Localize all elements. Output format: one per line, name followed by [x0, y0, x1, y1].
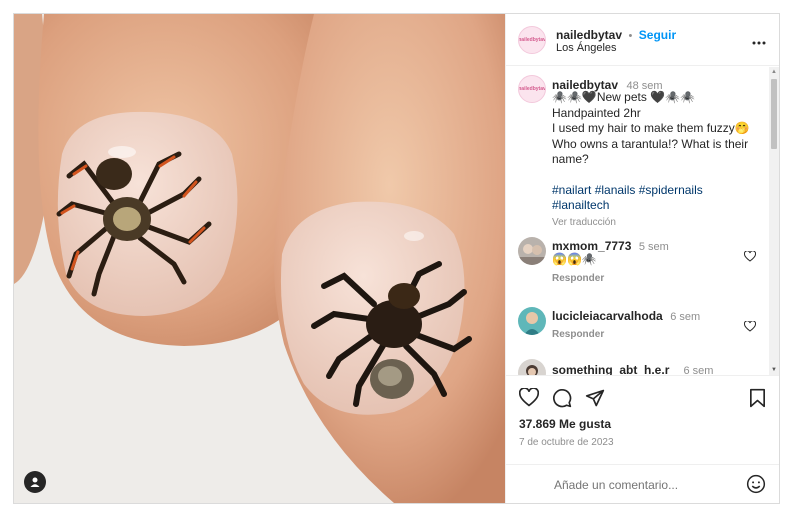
post-actions: 37.869 Me gusta 7 de octubre de 2023 — [506, 375, 779, 465]
avatar-logo-text: nailedbytav — [518, 37, 546, 43]
comment-age: 6 sem — [683, 365, 714, 375]
more-options-icon[interactable] — [752, 32, 766, 50]
comment-age: 6 sem — [670, 311, 701, 323]
comment-item: mxmom_7773 5 sem 😱😱🕷️ Responder — [518, 237, 768, 287]
post-date[interactable]: 7 de octubre de 2023 — [519, 437, 614, 448]
caption-line: I used my hair to make them fuzzy🤭 — [552, 121, 750, 135]
caption-line: 🕷️🕷️🖤New pets 🖤🕷️🕷️ — [552, 90, 696, 104]
scrollbar-thumb[interactable] — [771, 79, 777, 149]
post-image[interactable] — [14, 14, 505, 503]
author-avatar[interactable]: nailedbytav — [518, 26, 546, 54]
post-location[interactable]: Los Ángeles — [556, 42, 617, 54]
comment-text: 😱😱🕷️ — [552, 252, 597, 266]
emoji-picker-icon[interactable] — [746, 474, 766, 499]
comment-username[interactable]: something_abt_h.e.r_ — [552, 363, 676, 375]
commenter-avatar[interactable] — [518, 307, 546, 335]
comment-item: something_abt_h.e.r_ 6 sem — [518, 359, 768, 375]
header-separator: • — [628, 30, 633, 42]
like-comment-icon[interactable] — [743, 319, 757, 337]
commenter-avatar[interactable] — [518, 359, 546, 375]
scroll-up-arrow-icon[interactable]: ▲ — [771, 69, 777, 75]
caption-avatar[interactable]: nailedbytav — [518, 75, 546, 103]
comment-username[interactable]: lucicleiacarvalhoda — [552, 309, 663, 323]
comments-list[interactable]: nailedbytav nailedbytav 48 sem 🕷️🕷️🖤New … — [506, 67, 779, 375]
scroll-down-arrow-icon[interactable]: ▼ — [771, 367, 777, 373]
commenter-avatar[interactable] — [518, 237, 546, 265]
toe-nails-illustration — [14, 14, 505, 503]
follow-button[interactable]: Seguir — [639, 28, 676, 42]
author-username[interactable]: nailedbytav — [556, 28, 622, 42]
reply-button[interactable]: Responder — [552, 273, 604, 284]
save-bookmark-icon[interactable] — [749, 388, 766, 413]
comment-age: 5 sem — [638, 241, 669, 253]
post-header: nailedbytav nailedbytav • Seguir Los Áng… — [506, 14, 779, 66]
like-comment-icon[interactable] — [743, 249, 757, 267]
post-sidebar: nailedbytav nailedbytav • Seguir Los Áng… — [505, 14, 779, 503]
reply-button[interactable]: Responder — [552, 329, 604, 340]
caption-text: 🕷️🕷️🖤New pets 🖤🕷️🕷️ Handpainted 2hr I us… — [552, 90, 752, 230]
share-icon[interactable] — [585, 388, 605, 413]
caption-line: Who owns a tarantula!? What is their nam… — [552, 136, 749, 167]
comment-item: lucicleiacarvalhoda 6 sem Responder — [518, 307, 768, 357]
add-comment-input[interactable] — [552, 474, 736, 496]
comment-icon[interactable] — [552, 388, 572, 413]
comments-scrollbar[interactable]: ▲ ▼ — [769, 67, 779, 375]
post-card: nailedbytav nailedbytav • Seguir Los Áng… — [13, 13, 780, 504]
translate-link[interactable]: Ver traducción — [552, 215, 752, 231]
add-comment-bar — [506, 464, 779, 503]
likes-count[interactable]: 37.869 Me gusta — [519, 417, 611, 431]
tagged-users-icon[interactable] — [24, 471, 46, 493]
caption-line: Handpainted 2hr — [552, 105, 641, 120]
like-icon[interactable] — [518, 387, 540, 412]
caption-hashtags[interactable]: #nailart #lanails #spidernails #lanailte… — [552, 183, 752, 214]
avatar-logo-text: nailedbytav — [518, 86, 546, 92]
comment-username[interactable]: mxmom_7773 — [552, 239, 631, 253]
